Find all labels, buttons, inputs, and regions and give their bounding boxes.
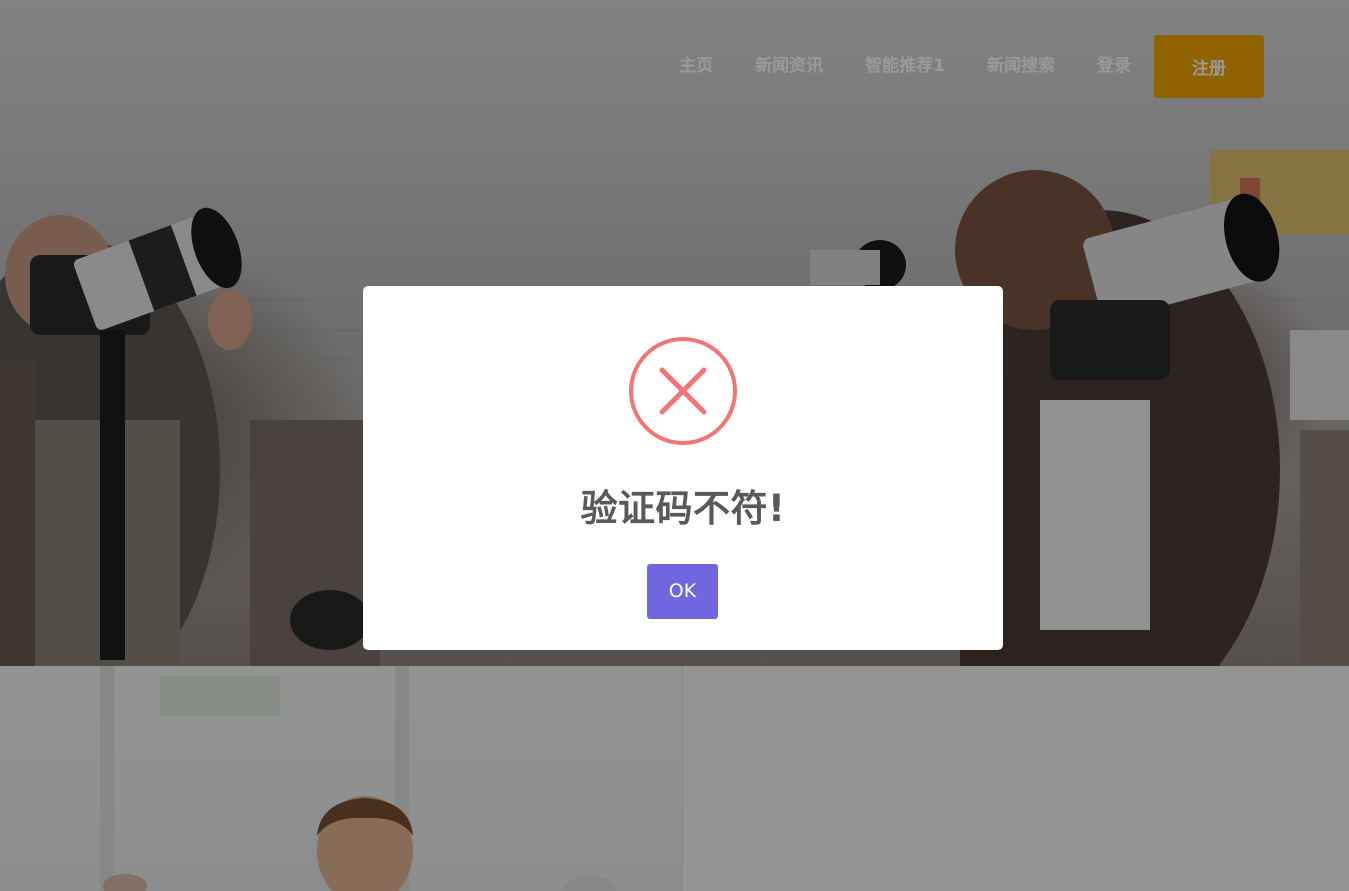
error-x-icon: [629, 337, 737, 445]
error-dialog: 验证码不符! OK: [363, 286, 1003, 650]
ok-button[interactable]: OK: [647, 564, 718, 619]
dialog-title: 验证码不符!: [580, 487, 786, 530]
page: 主页 新闻资讯 智能推荐1 新闻搜索 登录 注册 验证码不符! OK: [0, 0, 1349, 891]
